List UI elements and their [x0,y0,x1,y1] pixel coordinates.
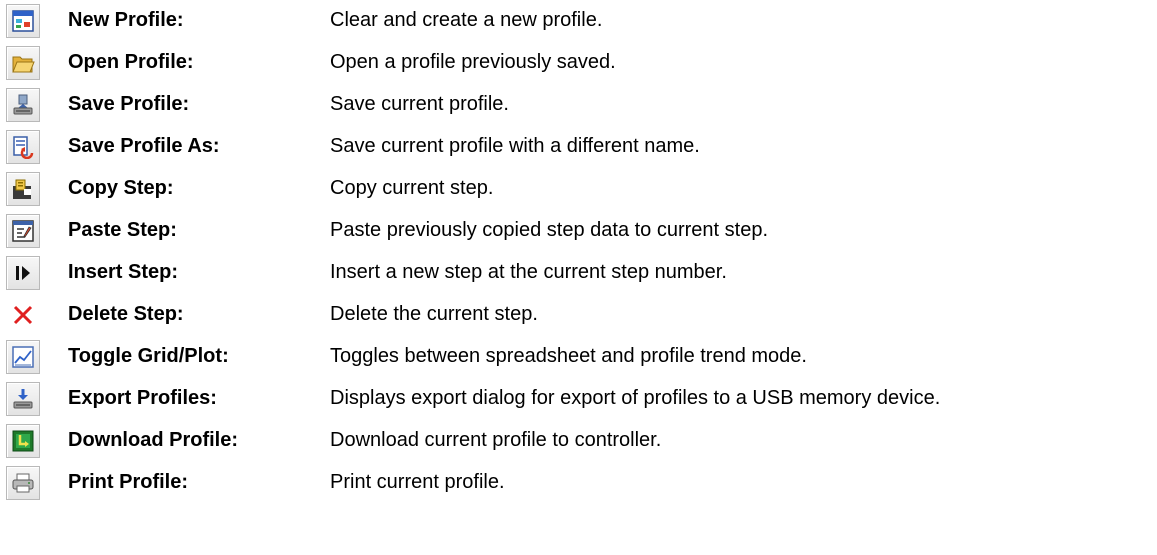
item-description: Open a profile previously saved. [330,51,616,73]
new-profile-icon[interactable] [6,4,40,38]
download-icon[interactable] [6,424,40,458]
item-description: Save current profile with a different na… [330,135,700,157]
item-description: Toggles between spreadsheet and profile … [330,345,807,367]
item-description: Displays export dialog for export of pro… [330,387,941,409]
legend-row-export-profiles: Export Profiles: Displays export dialog … [0,378,1157,420]
legend-row-copy-step: Copy Step: Copy current step. [0,168,1157,210]
item-name: Open Profile: [68,51,194,73]
item-name: Toggle Grid/Plot: [68,345,229,367]
item-name: New Profile: [68,9,184,31]
legend-row-delete-step: Delete Step: Delete the current step. [0,294,1157,336]
legend-row-paste-step: Paste Step: Paste previously copied step… [0,210,1157,252]
paste-step-icon[interactable] [6,214,40,248]
item-name: Copy Step: [68,177,174,199]
item-description: Paste previously copied step data to cur… [330,219,769,241]
toggle-plot-icon[interactable] [6,340,40,374]
legend-row-toggle-grid-plot: Toggle Grid/Plot: Toggles between spread… [0,336,1157,378]
item-description: Insert a new step at the current step nu… [330,261,727,283]
save-icon[interactable] [6,88,40,122]
item-name: Save Profile As: [68,135,220,157]
item-name: Delete Step: [68,303,184,325]
legend-row-save-profile-as: Save Profile As: Save current profile wi… [0,126,1157,168]
copy-step-icon[interactable] [6,172,40,206]
legend-row-save-profile: Save Profile: Save current profile. [0,84,1157,126]
insert-step-icon[interactable] [6,256,40,290]
item-description: Save current profile. [330,93,509,115]
export-icon[interactable] [6,382,40,416]
item-description: Download current profile to controller. [330,429,662,451]
item-name: Export Profiles: [68,387,217,409]
legend-row-insert-step: Insert Step: Insert a new step at the cu… [0,252,1157,294]
item-description: Clear and create a new profile. [330,9,603,31]
item-name: Download Profile: [68,429,238,451]
item-description: Copy current step. [330,177,494,199]
item-description: Delete the current step. [330,303,538,325]
open-folder-icon[interactable] [6,46,40,80]
item-description: Print current profile. [330,471,505,493]
item-name: Save Profile: [68,93,190,115]
item-name: Print Profile: [68,471,189,493]
save-as-icon[interactable] [6,130,40,164]
print-icon[interactable] [6,466,40,500]
legend-row-print-profile: Print Profile: Print current profile. [0,462,1157,504]
delete-step-icon[interactable] [6,298,40,332]
item-name: Insert Step: [68,261,179,283]
legend-row-new-profile: New Profile: Clear and create a new prof… [0,0,1157,42]
item-name: Paste Step: [68,219,177,241]
legend-row-download-profile: Download Profile: Download current profi… [0,420,1157,462]
legend-row-open-profile: Open Profile: Open a profile previously … [0,42,1157,84]
